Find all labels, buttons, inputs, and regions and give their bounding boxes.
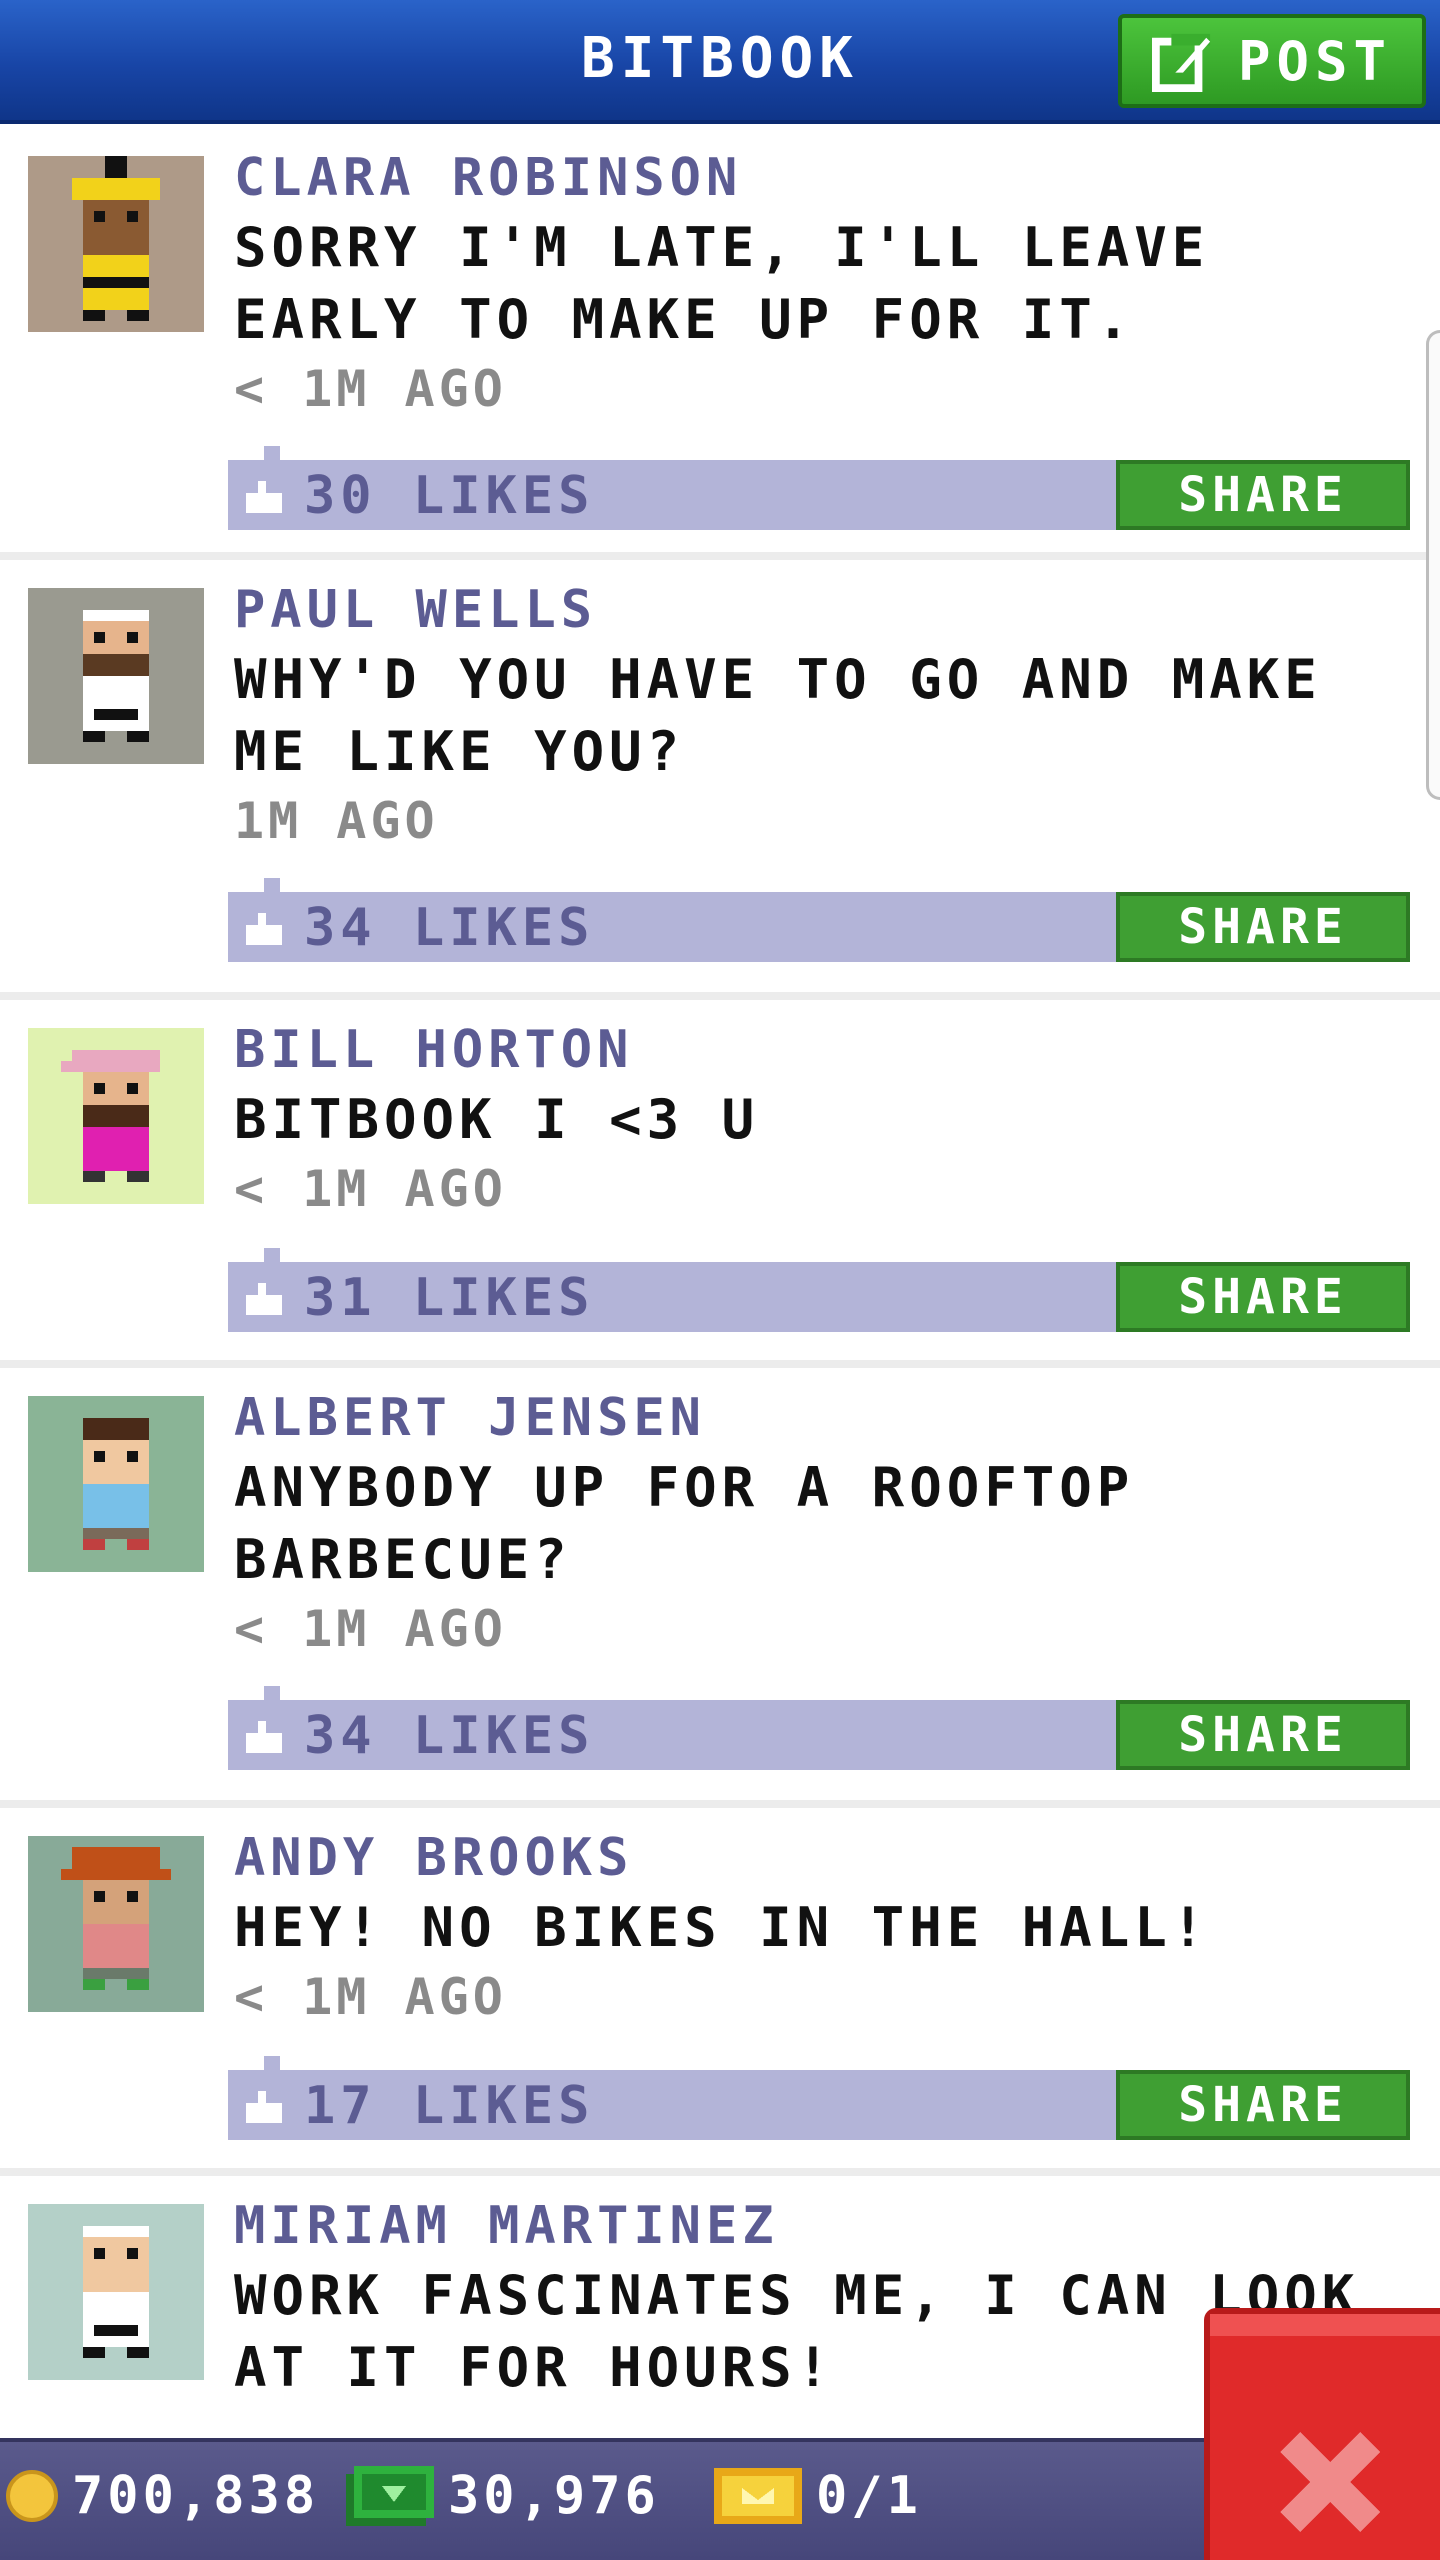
- character-avatar-icon: [28, 1836, 204, 2012]
- feed-post: PAUL WELLS WHY'D YOU HAVE TO GO AND MAKE…: [0, 560, 1440, 1000]
- post-author[interactable]: BILL HORTON: [234, 1020, 633, 1080]
- like-count: 17 LIKES: [304, 2076, 595, 2136]
- close-button[interactable]: [1204, 2308, 1440, 2560]
- post-author[interactable]: MIRIAM MARTINEZ: [234, 2196, 779, 2256]
- close-button-highlight: [1210, 2314, 1440, 2336]
- like-bar: 34 LIKES SHARE: [228, 1686, 1410, 1770]
- ticket-stat: 0/1: [714, 2466, 922, 2526]
- like-bar-notch: [264, 878, 280, 892]
- share-button[interactable]: SHARE: [1116, 892, 1410, 962]
- character-avatar-icon: [28, 588, 204, 764]
- share-button[interactable]: SHARE: [1116, 2070, 1410, 2140]
- share-button[interactable]: SHARE: [1116, 1700, 1410, 1770]
- like-bar-notch: [264, 1248, 280, 1262]
- post-feed[interactable]: CLARA ROBINSON SORRY I'M LATE, I'LL LEAV…: [0, 128, 1440, 2456]
- like-bar-notch: [264, 1686, 280, 1700]
- post-timestamp: < 1M AGO: [234, 360, 507, 418]
- post-message: BITBOOK I <3 U: [234, 1088, 760, 1151]
- post-author[interactable]: CLARA ROBINSON: [234, 148, 742, 208]
- golden-ticket-icon: [714, 2468, 802, 2524]
- share-button[interactable]: SHARE: [1116, 1262, 1410, 1332]
- bux-count: 30,976: [448, 2466, 660, 2526]
- thumbs-up-icon[interactable]: [246, 1282, 282, 1316]
- post-author[interactable]: ALBERT JENSEN: [234, 1388, 706, 1448]
- feed-post: ANDY BROOKS HEY! NO BIKES IN THE HALL! <…: [0, 1808, 1440, 2176]
- avatar[interactable]: [28, 588, 204, 764]
- bux-stat: 30,976: [346, 2466, 660, 2526]
- thumbs-up-icon[interactable]: [246, 912, 282, 946]
- ticket-count: 0/1: [816, 2466, 922, 2526]
- scrollbar[interactable]: [1426, 330, 1440, 800]
- coin-count: 700,838: [72, 2466, 320, 2526]
- like-bar: 34 LIKES SHARE: [228, 878, 1410, 962]
- character-avatar-icon: [28, 1028, 204, 1204]
- character-avatar-icon: [28, 156, 204, 332]
- avatar[interactable]: [28, 1028, 204, 1204]
- feed-post: BILL HORTON BITBOOK I <3 U < 1M AGO 31 L…: [0, 1000, 1440, 1368]
- bux-icon: [346, 2466, 434, 2526]
- like-count: 30 LIKES: [304, 466, 595, 526]
- feed-post: CLARA ROBINSON SORRY I'M LATE, I'LL LEAV…: [0, 128, 1440, 560]
- like-count: 31 LIKES: [304, 1268, 595, 1328]
- avatar[interactable]: [28, 2204, 204, 2380]
- post-author[interactable]: ANDY BROOKS: [234, 1828, 633, 1888]
- avatar[interactable]: [28, 1836, 204, 2012]
- post-button[interactable]: POST: [1118, 14, 1426, 108]
- post-message: SORRY I'M LATE, I'LL LEAVE EARLY TO MAKE…: [234, 216, 1210, 351]
- like-count: 34 LIKES: [304, 898, 595, 958]
- like-bar: 31 LIKES SHARE: [228, 1248, 1410, 1332]
- post-message: HEY! NO BIKES IN THE HALL!: [234, 1896, 1210, 1959]
- character-avatar-icon: [28, 1396, 204, 1572]
- coin-icon: [6, 2470, 58, 2522]
- like-bar-notch: [264, 2056, 280, 2070]
- like-count: 34 LIKES: [304, 1706, 595, 1766]
- avatar[interactable]: [28, 1396, 204, 1572]
- character-avatar-icon: [28, 2204, 204, 2380]
- avatar[interactable]: [28, 156, 204, 332]
- bitbook-screen: BITBOOK POST CLARA ROBINSON SORRY I'M LA…: [0, 0, 1440, 2560]
- post-button-label: POST: [1237, 29, 1393, 93]
- post-timestamp: 1M AGO: [234, 792, 439, 850]
- close-icon: [1280, 2432, 1380, 2532]
- thumbs-up-icon[interactable]: [246, 2090, 282, 2124]
- post-timestamp: < 1M AGO: [234, 1600, 507, 1658]
- edit-icon: [1151, 33, 1211, 92]
- like-bar: 17 LIKES SHARE: [228, 2056, 1410, 2140]
- feed-post: ALBERT JENSEN ANYBODY UP FOR A ROOFTOP B…: [0, 1368, 1440, 1808]
- post-author[interactable]: PAUL WELLS: [234, 580, 597, 640]
- thumbs-up-icon[interactable]: [246, 1720, 282, 1754]
- thumbs-up-icon[interactable]: [246, 480, 282, 514]
- post-timestamp: < 1M AGO: [234, 1968, 507, 2026]
- like-bar-notch: [264, 446, 280, 460]
- coin-stat: 700,838: [6, 2466, 319, 2526]
- like-bar: 30 LIKES SHARE: [228, 446, 1410, 530]
- share-button[interactable]: SHARE: [1116, 460, 1410, 530]
- header-bar: BITBOOK POST: [0, 0, 1440, 124]
- post-message: ANYBODY UP FOR A ROOFTOP BARBECUE?: [234, 1456, 1135, 1591]
- post-timestamp: < 1M AGO: [234, 1160, 507, 1218]
- post-message: WHY'D YOU HAVE TO GO AND MAKE ME LIKE YO…: [234, 648, 1322, 783]
